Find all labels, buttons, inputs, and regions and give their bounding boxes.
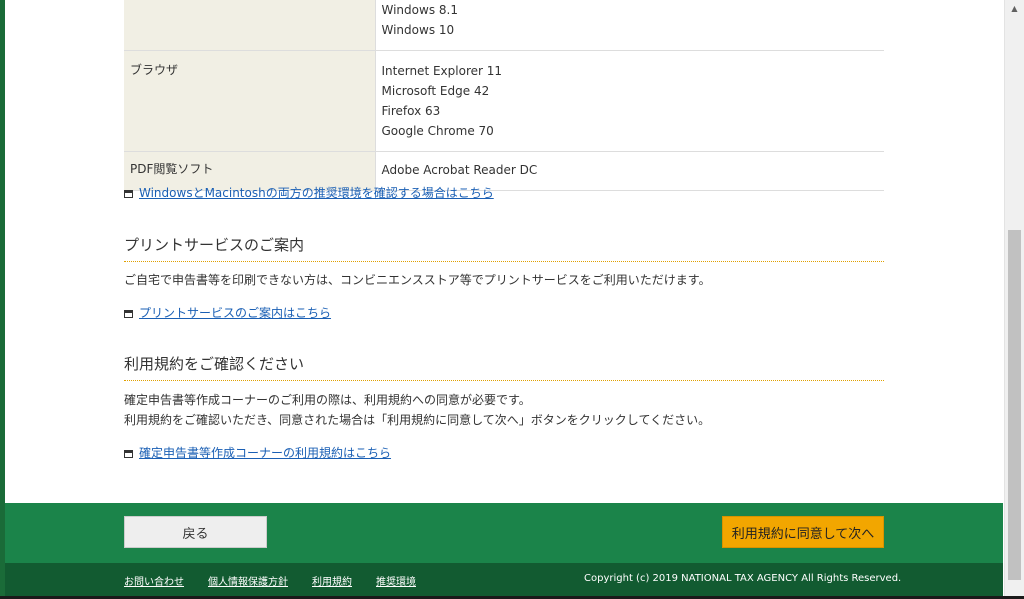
env-both-link-row: WindowsとMacintoshの両方の推奨環境を確認する場合はこちら [124,184,494,201]
copyright: Copyright (c) 2019 NATIONAL TAX AGENCY A… [584,573,902,584]
table-header-cell [124,0,375,51]
window-icon [124,189,133,198]
browser-value: Microsoft Edge 42 [381,84,490,98]
print-service-text: ご自宅で申告書等を印刷できない方は、コンビニエンスストア等でプリントサービスをご… [124,273,711,287]
recommended-environment-table: Windows 8.1 Windows 10 ブラウザ Internet Exp… [124,0,884,191]
footer-links: お問い合わせ 個人情報保護方針 利用規約 推奨環境 [124,573,416,588]
terms-text-1: 確定申告書等作成コーナーのご利用の際は、利用規約への同意が必要です。 [124,393,531,407]
table-header-cell: ブラウザ [124,50,375,152]
terms-link-row: 確定申告書等作成コーナーの利用規約はこちら [124,444,391,461]
os-value: Windows 8.1 [381,3,458,17]
footer-link-environment[interactable]: 推奨環境 [376,573,416,588]
print-service-heading: プリントサービスのご案内 [124,234,884,262]
vertical-scrollbar[interactable]: ▲ [1004,0,1024,599]
terms-heading: 利用規約をご確認ください [124,353,884,381]
env-both-link[interactable]: WindowsとMacintoshの両方の推奨環境を確認する場合はこちら [139,184,494,201]
print-service-link[interactable]: プリントサービスのご案内はこちら [139,304,331,321]
scrollbar-thumb[interactable] [1008,230,1021,580]
footer-link-privacy[interactable]: 個人情報保護方針 [208,573,288,588]
window-icon [124,449,133,458]
table-row: Windows 8.1 Windows 10 [124,0,884,51]
terms-link[interactable]: 確定申告書等作成コーナーの利用規約はこちら [139,444,391,461]
pdf-software-value: Adobe Acrobat Reader DC [381,163,538,177]
footer-link-terms[interactable]: 利用規約 [312,573,352,588]
table-row: ブラウザ Internet Explorer 11 Microsoft Edge… [124,50,884,152]
os-value: Windows 10 [381,23,455,37]
table-value-cell: Internet Explorer 11 Microsoft Edge 42 F… [374,50,884,152]
window-icon [124,309,133,318]
print-service-link-row: プリントサービスのご案内はこちら [124,304,331,321]
browser-value: Internet Explorer 11 [381,64,503,78]
back-button[interactable]: 戻る [124,516,267,548]
agree-next-button[interactable]: 利用規約に同意して次へ [722,516,884,548]
browser-value: Google Chrome 70 [381,124,494,138]
browser-value: Firefox 63 [381,104,441,118]
footer-link-contact[interactable]: お問い合わせ [124,573,184,588]
terms-text-2: 利用規約をご確認いただき、同意された場合は「利用規約に同意して次へ」ボタンをクリ… [124,413,711,427]
table-value-cell: Windows 8.1 Windows 10 [374,0,884,51]
chevron-up-icon[interactable]: ▲ [1005,0,1024,17]
